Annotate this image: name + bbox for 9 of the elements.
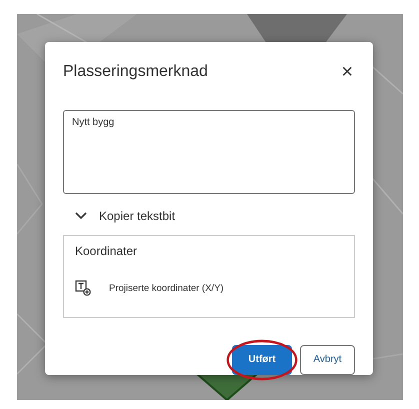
note-field[interactable]: Nytt bygg xyxy=(63,110,355,194)
chevron-icon xyxy=(75,212,87,220)
dialog-title: Plasseringsmerknad xyxy=(63,62,208,81)
group-title: Koordinater xyxy=(75,244,138,258)
cancel-button[interactable]: Avbryt xyxy=(300,344,355,375)
text-add-icon xyxy=(75,280,91,296)
snippet-item[interactable]: Projiserte koordinater (X/Y) xyxy=(75,280,343,296)
done-button[interactable]: Utført xyxy=(232,344,292,375)
snippet-toggle[interactable]: Kopier tekstbit xyxy=(63,208,355,224)
